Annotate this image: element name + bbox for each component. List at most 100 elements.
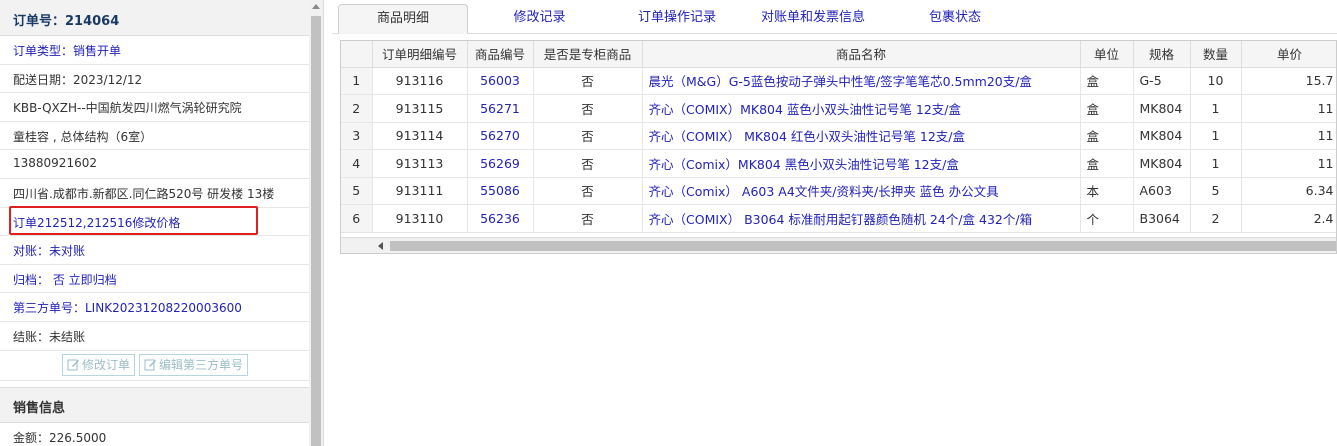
counter-flag-cell: 否: [533, 177, 643, 205]
detail-id-cell: 913116: [372, 67, 468, 95]
product-name-link[interactable]: 齐心（COMIX） B3064 标准耐用起钉器颜色随机 24个/盒 432个/箱: [642, 204, 1081, 233]
order-info-row[interactable]: 订单类型：销售开单: [0, 36, 310, 65]
order-info-row: KBB-QXZH--中国航发四川燃气涡轮研究院: [0, 93, 310, 122]
scroll-left-arrow-icon[interactable]: [378, 242, 383, 250]
spec-cell: B3064: [1133, 204, 1191, 233]
counter-flag-cell: 否: [533, 94, 643, 123]
scroll-thumb[interactable]: [311, 16, 321, 446]
highlight-box: [9, 206, 258, 235]
column-header[interactable]: 订单明细编号: [372, 41, 468, 68]
horizontal-scroll-thumb[interactable]: [390, 241, 1336, 251]
table-body: 1 913116 56003 否晨光（M&G）G-5蓝色按动子弹头中性笔/签字笔笔芯0…: [341, 67, 1336, 233]
table-row[interactable]: 2 913115 56271 否齐心（COMIX）MK804 蓝色小双头油性记号笔 1…: [341, 94, 1336, 123]
order-info-row: 童桂容 , 总体结构（6室）: [0, 122, 310, 151]
order-number-title: 订单号：214064: [0, 0, 323, 36]
order-action-buttons: 修改订单 编辑第三方单号: [0, 351, 310, 381]
sales-info-section-title: 销售信息: [0, 386, 310, 423]
tab-package-status[interactable]: 包裹状态: [910, 4, 1000, 34]
product-code-link[interactable]: 55086: [467, 177, 534, 205]
tab-modification-log[interactable]: 修改记录: [492, 4, 587, 34]
counter-flag-cell: 否: [533, 122, 643, 150]
left-scrollbar[interactable]: [309, 0, 323, 446]
product-detail-grid: 订单明细编号 商品编号 是否是专柜商品 商品名称 单位 规格 数量 单价 1 913116 560…: [340, 40, 1337, 254]
scroll-up-arrow-icon[interactable]: [312, 4, 320, 9]
product-name-link[interactable]: 齐心（Comix） A603 A4文件夹/资料夹/长押夹 蓝色 办公文具: [642, 177, 1081, 205]
column-header[interactable]: 单位: [1080, 41, 1134, 68]
unit-price-cell: 15.7: [1241, 67, 1336, 95]
unit-cell: 盒: [1080, 94, 1134, 123]
counter-flag-cell: 否: [533, 149, 643, 178]
detail-id-cell: 913111: [372, 177, 468, 205]
product-name-link[interactable]: 齐心（Comix）MK804 黑色小双头油性记号笔 12支/盒: [642, 149, 1081, 178]
tab-statement-invoice[interactable]: 对账单和发票信息: [750, 4, 876, 34]
order-info-row: 结账：未结账: [0, 322, 310, 351]
quantity-cell: 1: [1190, 149, 1242, 178]
table-row[interactable]: 5 913111 55086 否齐心（Comix） A603 A4文件夹/资料夹/长押…: [341, 177, 1336, 205]
unit-cell: 本: [1080, 177, 1134, 205]
order-info-row[interactable]: 对账：未对账: [0, 236, 310, 265]
tab-order-operation-log[interactable]: 订单操作记录: [622, 4, 732, 34]
row-number: 3: [341, 122, 373, 150]
unit-cell: 盒: [1080, 122, 1134, 150]
spec-cell: G-5: [1133, 67, 1191, 95]
column-header[interactable]: [341, 41, 373, 68]
unit-price-cell: 11: [1241, 122, 1336, 150]
edit-third-party-label: 编辑第三方单号: [159, 358, 244, 373]
order-info-row[interactable]: 归档： 否 立即归档: [0, 265, 310, 294]
spec-cell: MK804: [1133, 94, 1191, 123]
table-row[interactable]: 4 913113 56269 否齐心（Comix）MK804 黑色小双头油性记号笔 1…: [341, 149, 1336, 178]
column-header[interactable]: 规格: [1133, 41, 1191, 68]
detail-id-cell: 913115: [372, 94, 468, 123]
quantity-cell: 10: [1190, 67, 1242, 95]
quantity-cell: 2: [1190, 204, 1242, 233]
product-code-link[interactable]: 56269: [467, 149, 534, 178]
edit-icon: [144, 359, 156, 371]
horizontal-scrollbar[interactable]: [341, 237, 1336, 253]
quantity-cell: 1: [1190, 94, 1242, 123]
product-name-link[interactable]: 晨光（M&G）G-5蓝色按动子弹头中性笔/签字笔笔芯0.5mm20支/盒: [642, 67, 1081, 95]
unit-cell: 盒: [1080, 149, 1134, 178]
product-name-link[interactable]: 齐心（COMIX） MK804 红色小双头油性记号笔 12支/盒: [642, 122, 1081, 150]
edit-icon: [67, 359, 79, 371]
order-info-panel: 订单号：214064 订单类型：销售开单 配送日期：2023/12/12 KBB-Q…: [0, 0, 324, 446]
edit-order-button[interactable]: 修改订单: [61, 353, 135, 376]
row-number: 4: [341, 149, 373, 178]
tab-product-details[interactable]: 商品明细: [338, 4, 468, 34]
order-info-row: 四川省.成都市.新都区.同仁路520号 研发楼 13楼: [0, 179, 310, 208]
order-details-list: 订单类型：销售开单 配送日期：2023/12/12 KBB-QXZH--中国航发四川…: [0, 36, 323, 351]
product-code-link[interactable]: 56271: [467, 94, 534, 123]
order-info-row[interactable]: 第三方单号：LINK20231208220003600: [0, 293, 310, 322]
column-header[interactable]: 数量: [1190, 41, 1242, 68]
spec-cell: A603: [1133, 177, 1191, 205]
product-code-link[interactable]: 56236: [467, 204, 534, 233]
product-code-link[interactable]: 56003: [467, 67, 534, 95]
column-header[interactable]: 单价: [1241, 41, 1336, 68]
unit-cell: 盒: [1080, 67, 1134, 95]
column-header[interactable]: 商品名称: [642, 41, 1081, 68]
table-header-row: 订单明细编号 商品编号 是否是专柜商品 商品名称 单位 规格 数量 单价: [341, 41, 1336, 68]
row-number: 5: [341, 177, 373, 205]
column-header[interactable]: 商品编号: [467, 41, 534, 68]
row-number: 1: [341, 67, 373, 95]
unit-price-cell: 2.4: [1241, 204, 1336, 233]
order-info-row: 13880921602: [0, 150, 310, 179]
table-row[interactable]: 6 913110 56236 否齐心（COMIX） B3064 标准耐用起钉器颜色随机…: [341, 204, 1336, 233]
counter-flag-cell: 否: [533, 67, 643, 95]
edit-third-party-number-button[interactable]: 编辑第三方单号: [139, 353, 249, 376]
order-info-row: 配送日期：2023/12/12: [0, 65, 310, 94]
quantity-cell: 1: [1190, 122, 1242, 150]
detail-id-cell: 913110: [372, 204, 468, 233]
unit-price-cell: 6.34: [1241, 177, 1336, 205]
product-name-link[interactable]: 齐心（COMIX）MK804 蓝色小双头油性记号笔 12支/盒: [642, 94, 1081, 123]
detail-id-cell: 913114: [372, 122, 468, 150]
detail-panel: 商品明细 修改记录 订单操作记录 对账单和发票信息 包裹状态 订单明细编号 商品编…: [332, 0, 1337, 446]
column-header[interactable]: 是否是专柜商品: [533, 41, 643, 68]
spec-cell: MK804: [1133, 149, 1191, 178]
tab-bar: 商品明细 修改记录 订单操作记录 对账单和发票信息 包裹状态: [332, 0, 1337, 34]
row-number: 2: [341, 94, 373, 123]
product-code-link[interactable]: 56270: [467, 122, 534, 150]
row-number: 6: [341, 204, 373, 233]
table-row[interactable]: 1 913116 56003 否晨光（M&G）G-5蓝色按动子弹头中性笔/签字笔笔芯0…: [341, 67, 1336, 95]
unit-price-cell: 11: [1241, 94, 1336, 123]
table-row[interactable]: 3 913114 56270 否齐心（COMIX） MK804 红色小双头油性记号笔 …: [341, 122, 1336, 150]
